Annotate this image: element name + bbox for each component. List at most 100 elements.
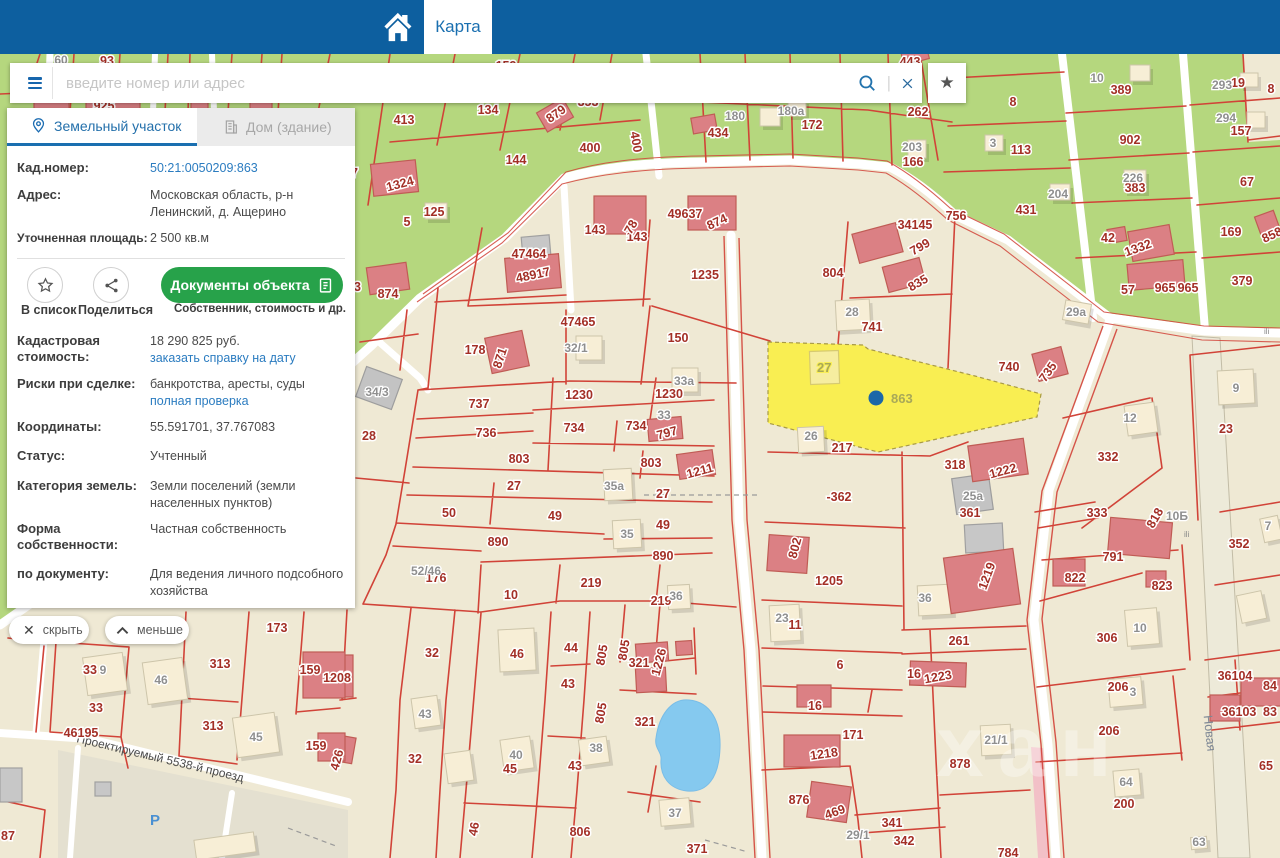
svg-text:791: 791: [1103, 550, 1124, 564]
svg-text:874: 874: [378, 287, 399, 301]
svg-text:35a: 35a: [604, 479, 624, 493]
svg-text:219: 219: [581, 576, 602, 590]
svg-text:294: 294: [1216, 111, 1236, 125]
svg-text:49: 49: [656, 518, 670, 532]
svg-text:45: 45: [249, 730, 263, 744]
svg-text:44: 44: [564, 641, 578, 655]
svg-text:204: 204: [1048, 187, 1068, 201]
svg-text:36103: 36103: [1222, 705, 1257, 719]
svg-text:965: 965: [1178, 281, 1199, 295]
svg-text:42: 42: [1101, 231, 1115, 245]
svg-text:803: 803: [509, 452, 530, 466]
svg-text:43: 43: [561, 677, 575, 691]
svg-text:35: 35: [620, 527, 634, 541]
svg-text:169: 169: [1221, 225, 1242, 239]
svg-text:27: 27: [817, 360, 831, 375]
svg-text:166: 166: [903, 155, 924, 169]
svg-text:150: 150: [668, 331, 689, 345]
svg-text:6: 6: [837, 658, 844, 672]
svg-text:хан: хан: [936, 699, 1126, 795]
svg-text:43: 43: [418, 707, 432, 721]
svg-text:313: 313: [203, 719, 224, 733]
svg-text:67: 67: [1240, 175, 1254, 189]
svg-text:180a: 180a: [778, 104, 805, 118]
svg-text:23: 23: [1219, 422, 1233, 436]
svg-text:33: 33: [657, 408, 671, 422]
svg-text:741: 741: [862, 320, 883, 334]
svg-text:159: 159: [300, 663, 321, 677]
svg-text:49637: 49637: [668, 207, 703, 221]
svg-text:P: P: [150, 812, 160, 829]
svg-text:734: 734: [564, 421, 585, 435]
svg-text:32: 32: [425, 646, 439, 660]
svg-text:34145: 34145: [898, 218, 933, 232]
svg-text:890: 890: [653, 549, 674, 563]
svg-text:40: 40: [509, 748, 523, 762]
svg-text:736: 736: [476, 426, 497, 440]
svg-text:172: 172: [802, 118, 823, 132]
svg-text:34/3: 34/3: [365, 385, 389, 399]
svg-text:47464: 47464: [512, 247, 547, 261]
svg-text:200: 200: [1114, 797, 1135, 811]
svg-text:125: 125: [424, 205, 445, 219]
svg-text:740: 740: [999, 360, 1020, 374]
svg-text:33a: 33a: [674, 374, 694, 388]
svg-text:5: 5: [404, 215, 411, 229]
svg-text:352: 352: [1229, 537, 1250, 551]
svg-text:434: 434: [708, 126, 729, 140]
svg-text:822: 822: [1065, 571, 1086, 585]
svg-text:52/46: 52/46: [411, 564, 441, 578]
svg-text:806: 806: [570, 825, 591, 839]
svg-text:84: 84: [1263, 679, 1277, 693]
svg-text:321: 321: [635, 715, 656, 729]
svg-text:804: 804: [823, 266, 844, 280]
svg-text:46: 46: [154, 673, 168, 687]
svg-text:27: 27: [656, 487, 670, 501]
svg-text:890: 890: [488, 535, 509, 549]
svg-text:226: 226: [1123, 171, 1143, 185]
svg-text:341: 341: [882, 816, 903, 830]
svg-text:32/1: 32/1: [564, 341, 588, 355]
svg-text:45: 45: [503, 762, 517, 776]
svg-text:306: 306: [1097, 631, 1118, 645]
svg-text:318: 318: [945, 458, 966, 472]
svg-text:28: 28: [845, 305, 859, 319]
svg-text:36: 36: [918, 591, 932, 605]
svg-text:46: 46: [510, 647, 524, 661]
svg-text:217: 217: [832, 441, 853, 455]
svg-text:1230: 1230: [655, 387, 683, 401]
svg-text:134: 134: [478, 103, 499, 117]
svg-text:47465: 47465: [561, 315, 596, 329]
svg-text:16: 16: [808, 699, 822, 713]
svg-text:342: 342: [894, 834, 915, 848]
svg-text:87: 87: [1, 829, 15, 843]
svg-text:33: 33: [89, 701, 103, 715]
svg-text:29a: 29a: [1066, 305, 1086, 319]
svg-text:46: 46: [466, 821, 482, 837]
svg-text:50: 50: [442, 506, 456, 520]
svg-text:7: 7: [1265, 519, 1272, 533]
svg-text:159: 159: [306, 739, 327, 753]
svg-text:36104: 36104: [1218, 669, 1253, 683]
svg-text:823: 823: [1152, 579, 1173, 593]
svg-text:261: 261: [949, 634, 970, 648]
svg-text:36: 36: [669, 589, 683, 603]
svg-text:9: 9: [1233, 381, 1240, 395]
svg-text:203: 203: [902, 140, 922, 154]
svg-text:863: 863: [891, 391, 913, 406]
svg-text:878: 878: [950, 757, 971, 771]
svg-text:333: 333: [1087, 506, 1108, 520]
svg-text:1205: 1205: [815, 574, 843, 588]
svg-text:361: 361: [960, 506, 981, 520]
svg-text:756: 756: [946, 209, 967, 223]
svg-text:321: 321: [629, 656, 650, 670]
svg-text:10: 10: [1133, 621, 1147, 635]
svg-text:29/1: 29/1: [846, 828, 870, 842]
svg-text:9: 9: [100, 663, 107, 677]
svg-text:293: 293: [1212, 78, 1232, 92]
svg-text:1235: 1235: [691, 268, 719, 282]
svg-text:49: 49: [548, 509, 562, 523]
svg-text:143: 143: [585, 223, 606, 237]
svg-text:180: 180: [725, 109, 745, 123]
svg-text:206: 206: [1099, 724, 1120, 738]
